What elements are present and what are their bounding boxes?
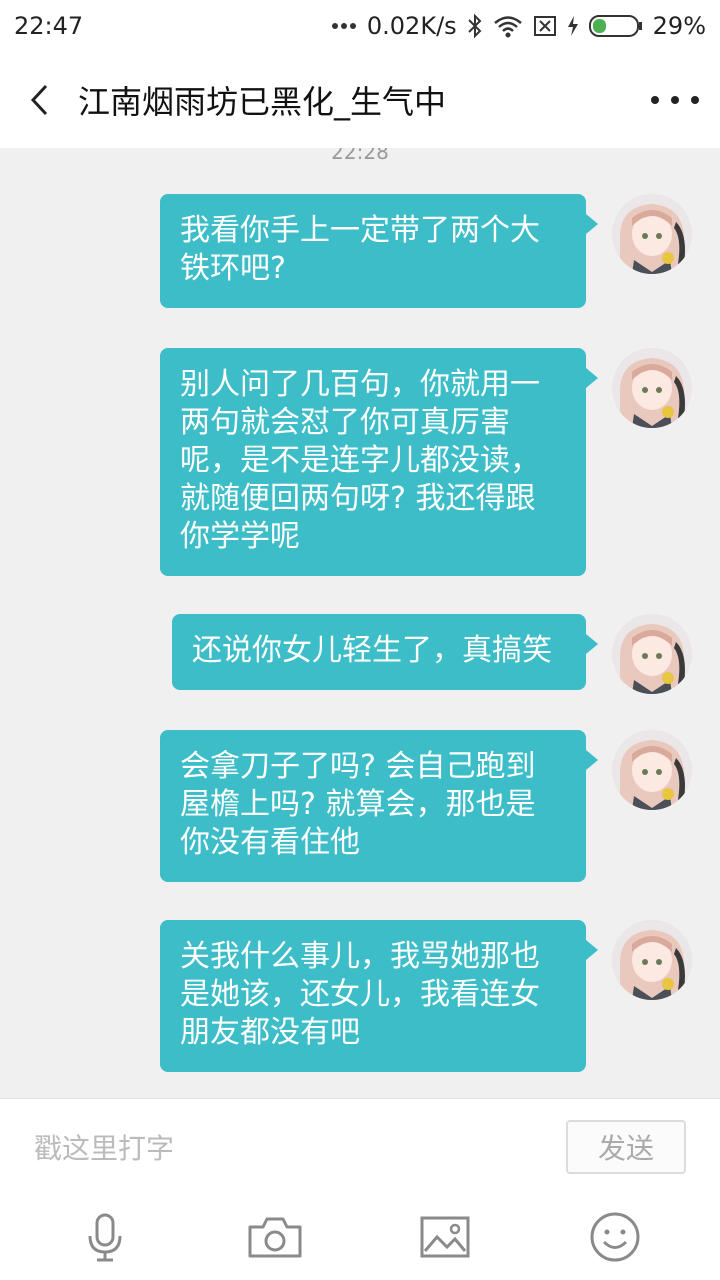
chat-area[interactable]: 22:28 我看你手上一定带了两个大 铁环吧? 别人问了几百句，你就用一 两句就… bbox=[0, 148, 720, 1098]
message-item: 我看你手上一定带了两个大 铁环吧? bbox=[160, 194, 692, 308]
message-line: 还说你女儿轻生了，真搞笑 bbox=[192, 633, 552, 668]
composer: 戳这里打字 发送 bbox=[0, 1098, 720, 1194]
message-item: 会拿刀子了吗? 会自己跑到 屋檐上吗? 就算会，那也是 你没有看住他 bbox=[160, 730, 692, 882]
voice-button[interactable] bbox=[65, 1202, 145, 1272]
message-line: 朋友都没有吧 bbox=[180, 1015, 360, 1050]
avatar[interactable] bbox=[612, 730, 692, 810]
chat-title: 江南烟雨坊已黑化_生气中 bbox=[78, 83, 447, 121]
chevron-left-icon bbox=[30, 84, 48, 116]
message-line: 你没有看住他 bbox=[180, 825, 360, 860]
bluetooth-icon bbox=[467, 13, 482, 39]
message-bubble[interactable]: 关我什么事儿，我骂她那也 是她该，还女儿，我看连女 朋友都没有吧 bbox=[160, 920, 598, 1072]
message-bubble[interactable]: 别人问了几百句，你就用一 两句就会怼了你可真厉害 呢，是不是连字儿都没读， 就随… bbox=[160, 348, 598, 576]
dots-icon bbox=[331, 23, 356, 29]
top-nav: 江南烟雨坊已黑化_生气中 bbox=[0, 52, 720, 148]
message-item: 还说你女儿轻生了，真搞笑 bbox=[172, 614, 692, 694]
image-icon bbox=[420, 1216, 470, 1258]
message-timestamp: 22:28 bbox=[331, 148, 389, 164]
message-input[interactable]: 戳这里打字 bbox=[34, 1117, 566, 1177]
status-indicators: 0.02K/s 29% bbox=[331, 12, 706, 40]
battery-level: 29% bbox=[652, 12, 706, 40]
back-button[interactable] bbox=[0, 52, 78, 148]
message-line: 是她该，还女儿，我看连女 bbox=[180, 977, 540, 1012]
avatar[interactable] bbox=[612, 614, 692, 694]
message-line: 铁环吧? bbox=[180, 251, 286, 286]
message-line: 关我什么事儿，我骂她那也 bbox=[180, 939, 540, 974]
more-button[interactable] bbox=[630, 52, 720, 148]
status-bar: 22:47 0.02K/s 29% bbox=[0, 0, 720, 52]
emoji-button[interactable] bbox=[575, 1202, 655, 1272]
send-button[interactable]: 发送 bbox=[566, 1119, 686, 1174]
avatar[interactable] bbox=[612, 194, 692, 274]
avatar[interactable] bbox=[612, 920, 692, 1000]
more-dots-icon bbox=[651, 96, 699, 104]
message-line: 别人问了几百句，你就用一 bbox=[180, 367, 540, 402]
message-bubble[interactable]: 会拿刀子了吗? 会自己跑到 屋檐上吗? 就算会，那也是 你没有看住他 bbox=[160, 730, 598, 882]
status-time: 22:47 bbox=[14, 12, 84, 40]
message-bubble[interactable]: 还说你女儿轻生了，真搞笑 bbox=[172, 614, 598, 690]
bottom-toolbar bbox=[0, 1194, 720, 1280]
message-line: 屋檐上吗? 就算会，那也是 bbox=[180, 787, 536, 822]
image-button[interactable] bbox=[405, 1202, 485, 1272]
camera-icon bbox=[248, 1217, 302, 1258]
camera-button[interactable] bbox=[235, 1202, 315, 1272]
wifi-icon bbox=[493, 16, 522, 38]
message-line: 两句就会怼了你可真厉害 bbox=[180, 405, 510, 440]
message-line: 你学学呢 bbox=[180, 519, 300, 554]
message-line: 呢，是不是连字儿都没读， bbox=[180, 443, 540, 478]
network-speed: 0.02K/s bbox=[366, 12, 457, 40]
message-line: 会拿刀子了吗? 会自己跑到 bbox=[180, 749, 536, 784]
avatar[interactable] bbox=[612, 348, 692, 428]
message-item: 关我什么事儿，我骂她那也 是她该，还女儿，我看连女 朋友都没有吧 bbox=[160, 920, 692, 1072]
message-line: 我看你手上一定带了两个大 bbox=[180, 213, 540, 248]
no-sim-icon bbox=[533, 16, 556, 36]
charging-icon bbox=[567, 16, 578, 36]
battery-icon bbox=[588, 15, 642, 37]
message-line: 就随便回两句呀? 我还得跟 bbox=[180, 481, 536, 516]
message-item: 别人问了几百句，你就用一 两句就会怼了你可真厉害 呢，是不是连字儿都没读， 就随… bbox=[160, 348, 692, 576]
emoji-icon bbox=[590, 1212, 640, 1262]
message-bubble[interactable]: 我看你手上一定带了两个大 铁环吧? bbox=[160, 194, 598, 308]
microphone-icon bbox=[88, 1213, 122, 1262]
